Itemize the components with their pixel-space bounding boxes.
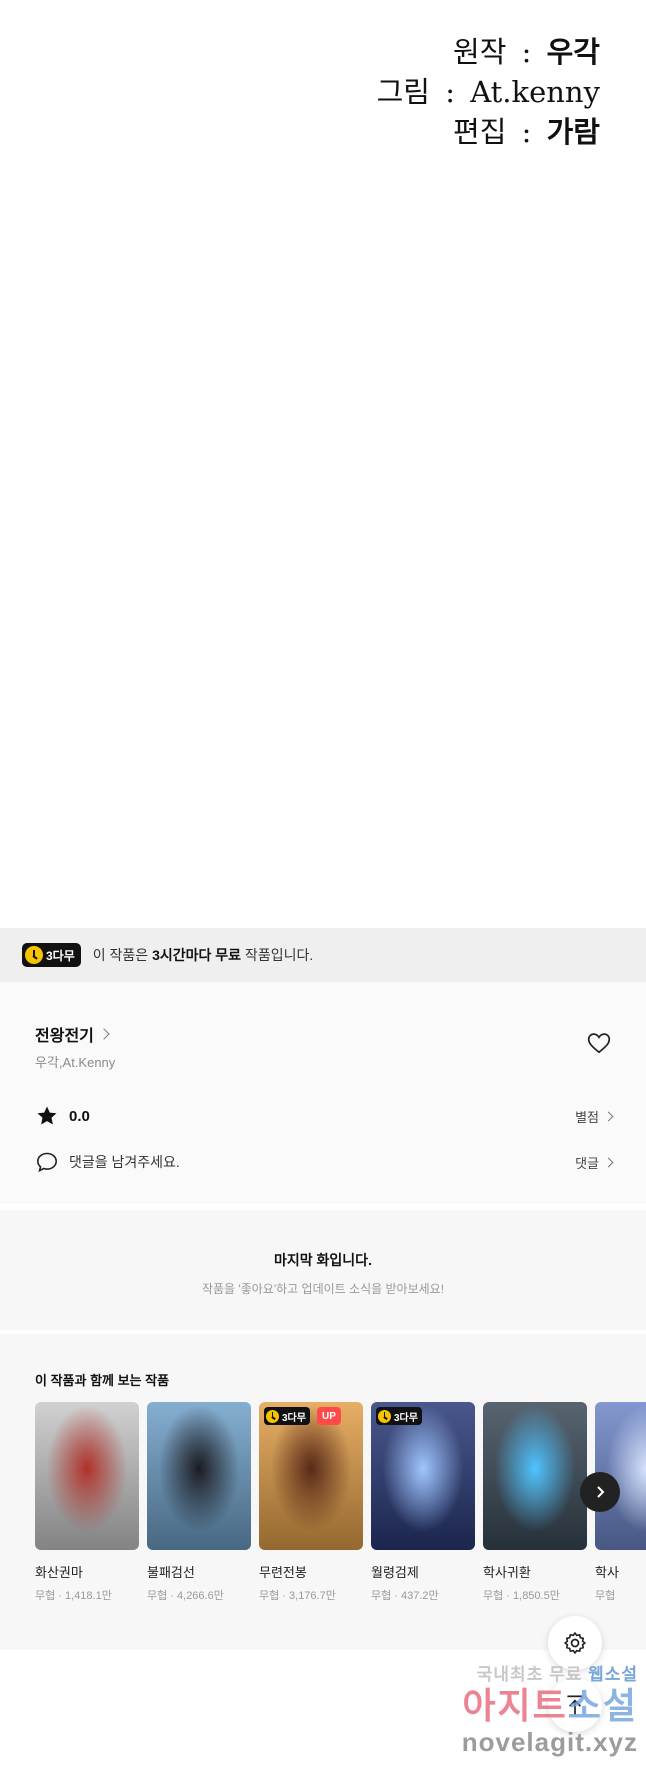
rating-value: 0.0	[69, 1107, 90, 1125]
recommendations-title: 이 작품과 함께 보는 작품	[35, 1373, 170, 1388]
rating-link[interactable]: 별점	[575, 1107, 614, 1126]
credit-original: 원작 : 우각	[377, 32, 600, 72]
clock-icon	[25, 946, 43, 964]
credit-role: 원작	[453, 35, 507, 69]
rating-link-label: 별점	[575, 1109, 599, 1125]
chevron-right-icon	[603, 1157, 614, 1167]
recommendation-thumbnail	[483, 1402, 587, 1550]
rating-row: 0.0 별점	[35, 1102, 614, 1130]
chevron-right-icon	[98, 1028, 110, 1040]
last-episode-subtitle: 작품을 '좋아요'하고 업데이트 소식을 받아보세요!	[201, 1282, 445, 1296]
credit-role: 편집	[453, 115, 507, 149]
badge-label: 3다무	[46, 948, 75, 963]
recommendation-meta: 무협 · 1,850.5만	[483, 1590, 560, 1602]
recommendation-title: 불패검선	[147, 1565, 195, 1580]
banner-text-after: 작품입니다.	[241, 947, 314, 963]
watermark-brand: 아지트소설	[438, 1685, 638, 1727]
comment-row[interactable]: 댓글을 남겨주세요. 댓글	[35, 1148, 614, 1176]
credit-separator: :	[521, 35, 532, 69]
recommendation-meta: 무협 · 3,176.7만	[259, 1590, 336, 1602]
clock-icon	[266, 1409, 279, 1423]
recommendation-title: 학사귀환	[483, 1565, 531, 1580]
comment-prompt: 댓글을 남겨주세요.	[69, 1154, 180, 1170]
recommendation-card[interactable]: 학사귀환무협 · 1,850.5만	[483, 1402, 587, 1603]
credit-name: 가람	[546, 115, 600, 149]
recommendation-title: 화산권마	[35, 1565, 83, 1580]
thumbnail-art	[483, 1402, 587, 1550]
chevron-right-icon	[597, 1486, 605, 1498]
credit-name: 우각	[546, 35, 600, 69]
series-title: 전왕전기	[35, 1028, 94, 1045]
viewer-page: 원작 : 우각 그림 : At.kenny 편집 : 가람 3다무 이 작품은 …	[0, 0, 646, 1778]
recommendation-list: 화산권마 무협 · 1,418.1만 불패검선 무협 · 4,266.6만 3다무 UP 무…	[35, 1402, 646, 1603]
series-info-card: 전왕전기 우각,At.Kenny 0.0 별점 댓글을 남겨주세요. 댓글	[0, 982, 646, 1204]
badge-label: 3다무	[394, 1412, 418, 1424]
update-badge: UP	[317, 1407, 341, 1425]
recommendation-meta: 무협	[595, 1590, 616, 1602]
star-icon	[37, 1106, 57, 1125]
wait-free-badge: 3다무	[264, 1407, 310, 1425]
recommendation-thumbnail	[147, 1402, 251, 1550]
recommendation-card[interactable]: 3다무월령검제무협 · 437.2만	[371, 1402, 475, 1603]
recommendations-section: 이 작품과 함께 보는 작품 화산권마 무협 · 1,418.1만 불패검선 무협 ·…	[0, 1334, 646, 1650]
recommendation-thumbnail: 3다무	[371, 1402, 475, 1550]
recommendation-card[interactable]: 화산권마무협 · 1,418.1만	[35, 1402, 139, 1603]
credit-separator: :	[521, 115, 532, 149]
wait-free-badge: 3다무	[376, 1407, 422, 1425]
credit-role: 그림	[376, 75, 430, 109]
recommendation-meta: 무협 · 437.2만	[371, 1590, 439, 1602]
last-episode-title: 마지막 화입니다.	[274, 1252, 372, 1268]
credit-separator: :	[445, 75, 455, 109]
series-title-link[interactable]: 전왕전기	[35, 1022, 110, 1046]
banner-text-bold: 3시간마다 무료	[152, 947, 242, 963]
chevron-right-icon	[603, 1111, 614, 1121]
recommendation-thumbnail: 3다무 UP	[259, 1402, 363, 1550]
credit-name: At.kenny	[470, 75, 600, 109]
site-watermark: 국내최초 무료 웹소설 아지트소설 novelagit.xyz	[438, 1660, 638, 1778]
arrow-up-icon	[567, 1695, 583, 1715]
scroll-to-top-button[interactable]	[548, 1678, 602, 1732]
recommendation-title: 무련전봉	[259, 1565, 307, 1580]
credits-block: 원작 : 우각 그림 : At.kenny 편집 : 가람	[377, 32, 600, 152]
heart-icon[interactable]	[586, 1030, 612, 1056]
recommendation-card[interactable]: 3다무 UP 무련전봉무협 · 3,176.7만	[259, 1402, 363, 1603]
recommendation-meta: 무협 · 1,418.1만	[35, 1590, 112, 1602]
credit-editor: 편집 : 가람	[377, 112, 600, 152]
clock-icon	[378, 1409, 391, 1423]
badge-label: 3다무	[282, 1412, 306, 1424]
series-authors: 우각,At.Kenny	[35, 1055, 116, 1070]
comment-icon	[36, 1152, 58, 1173]
banner-text: 이 작품은 3시간마다 무료 작품입니다.	[93, 945, 313, 965]
watermark-tagline: 국내최초 무료 웹소설	[438, 1660, 638, 1685]
settings-icon	[564, 1632, 586, 1654]
last-episode-notice: 마지막 화입니다. 작품을 '좋아요'하고 업데이트 소식을 받아보세요!	[0, 1210, 646, 1330]
carousel-next-button[interactable]	[580, 1472, 620, 1512]
credit-art: 그림 : At.kenny	[377, 72, 600, 112]
free-every-3h-banner: 3다무 이 작품은 3시간마다 무료 작품입니다.	[0, 928, 646, 982]
thumbnail-art	[147, 1402, 251, 1550]
recommendation-meta: 무협 · 4,266.6만	[147, 1590, 224, 1602]
recommendation-title: 학사	[595, 1565, 619, 1580]
recommendation-title: 월령검제	[371, 1565, 419, 1580]
comment-link-label: 댓글	[575, 1155, 599, 1171]
recommendation-thumbnail	[35, 1402, 139, 1550]
recommendation-card[interactable]: 불패검선무협 · 4,266.6만	[147, 1402, 251, 1603]
wait-free-badge: 3다무	[22, 943, 81, 967]
comment-link[interactable]: 댓글	[575, 1153, 614, 1172]
thumbnail-art	[35, 1402, 139, 1550]
watermark-tagline-b: 웹소설	[588, 1665, 638, 1684]
banner-text-before: 이 작품은	[92, 947, 153, 963]
watermark-url: novelagit.xyz	[461, 1727, 638, 1757]
settings-button[interactable]	[548, 1616, 602, 1670]
